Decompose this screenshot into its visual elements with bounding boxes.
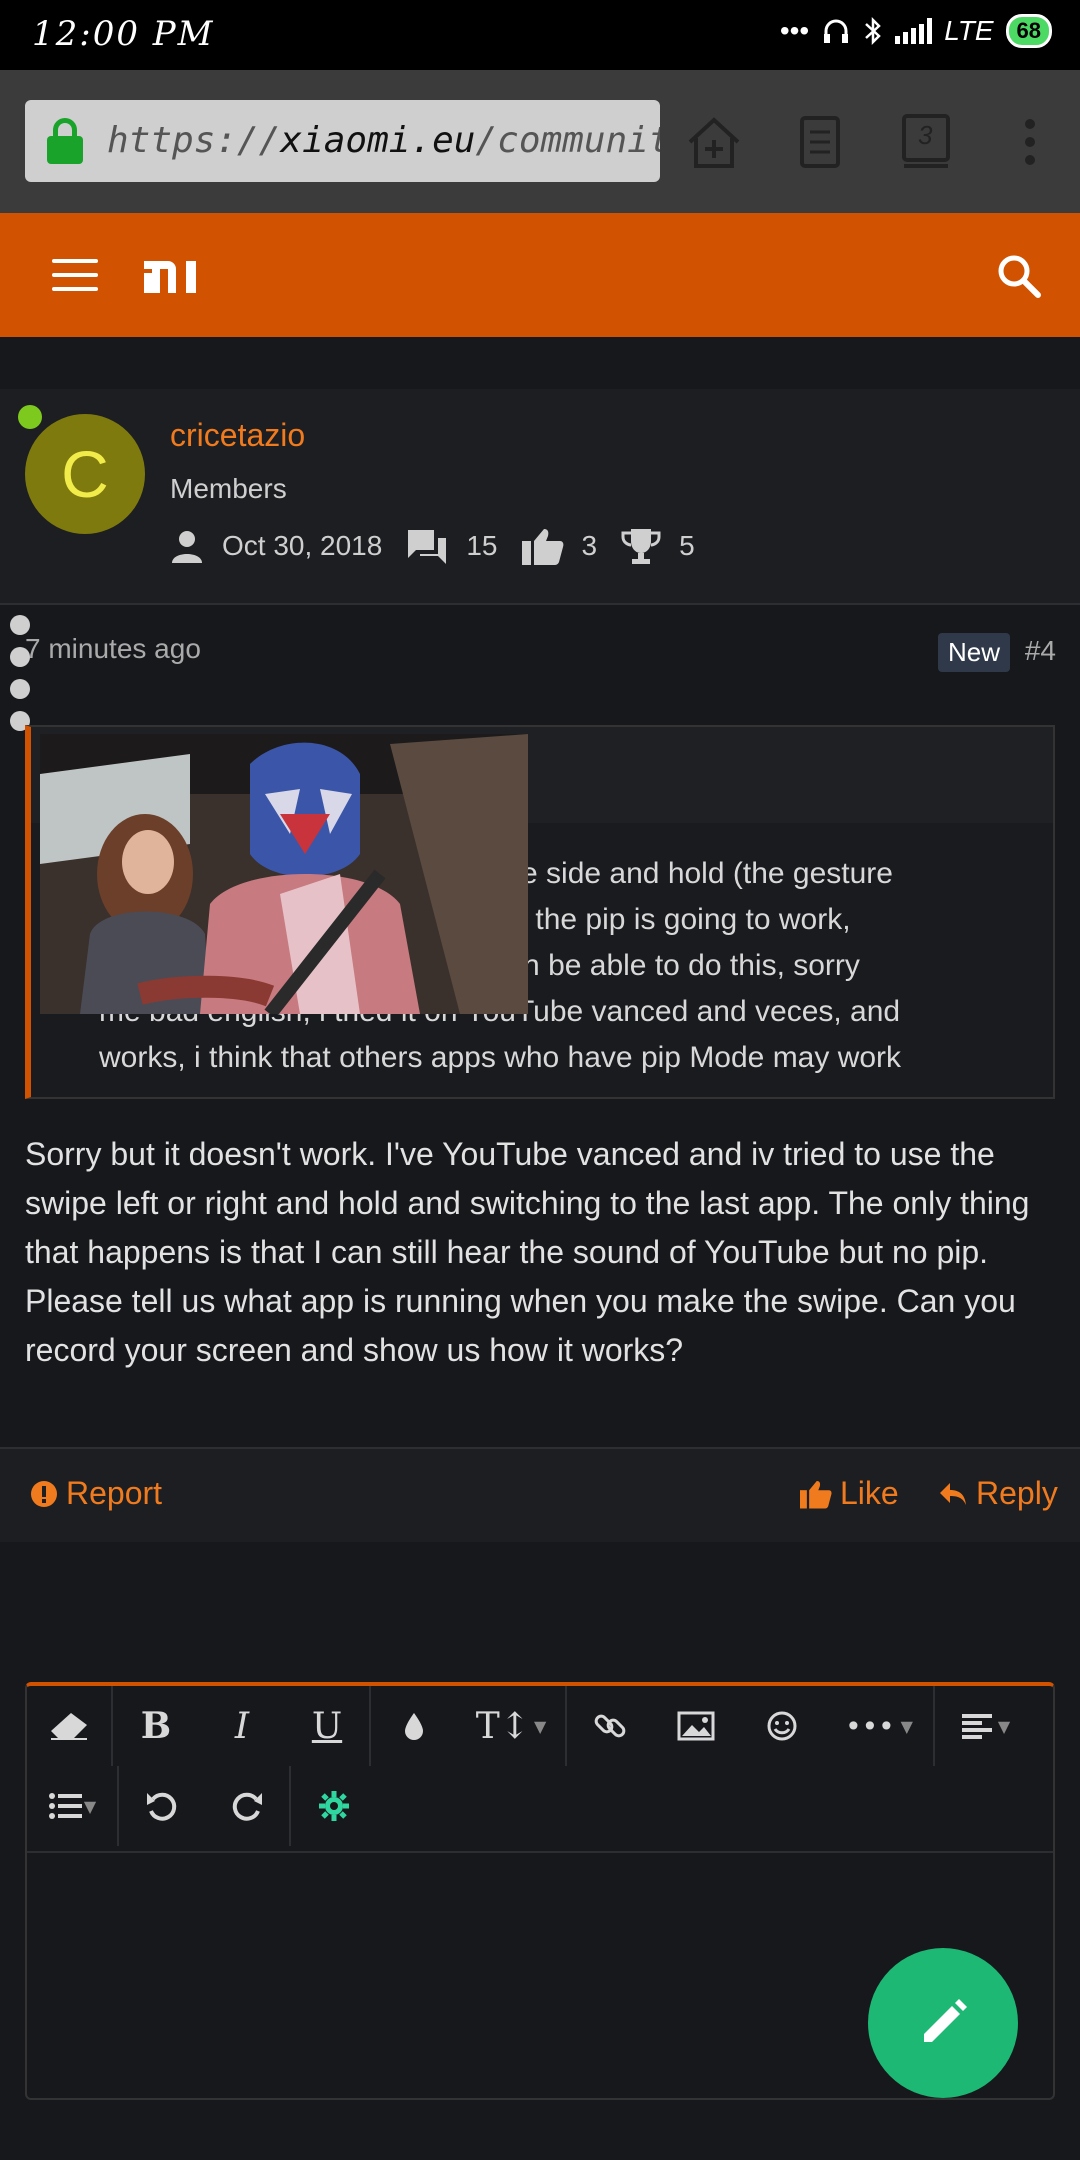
author-stats: Oct 30, 2018 15 3 5	[170, 527, 719, 565]
redo-icon	[232, 1792, 262, 1821]
browser-toolbar: https://xiaomi.eu/community/th 3	[0, 70, 1080, 213]
like-label: Like	[840, 1475, 899, 1511]
like-button[interactable]: Like	[800, 1475, 899, 1512]
eraser-icon	[51, 1713, 87, 1740]
network-type: LTE	[944, 15, 994, 46]
align-button[interactable]: ▼	[935, 1686, 1035, 1766]
likes-count: 3	[581, 530, 598, 561]
insert-smilie-button[interactable]	[739, 1686, 825, 1766]
italic-icon: I	[234, 1705, 250, 1747]
chevron-down-icon: ▼	[533, 1716, 547, 1736]
author-name[interactable]: cricetazio	[170, 417, 305, 454]
pip-control-dots[interactable]	[10, 615, 30, 743]
font-size-button[interactable]: T↕ ▼	[457, 1686, 567, 1766]
points-count: 5	[679, 530, 695, 561]
reply-label: Reply	[976, 1475, 1058, 1511]
bold-icon: B	[140, 1705, 172, 1747]
address-bar[interactable]: https://xiaomi.eu/community/th	[25, 100, 660, 182]
post-number[interactable]: #4	[1025, 635, 1056, 667]
chevron-down-icon: ▼	[83, 1796, 97, 1816]
pip-video-window[interactable]	[40, 734, 528, 1014]
reader-mode-icon[interactable]	[790, 112, 850, 172]
status-bar: 12:00 PM ••• LTE 68	[0, 0, 1080, 70]
post-actions-bar: Report Like Reply	[0, 1447, 1080, 1542]
report-label: Report	[66, 1475, 163, 1511]
quote-line: works, i think that others apps who have…	[99, 1041, 902, 1074]
list-icon	[48, 1793, 82, 1819]
insert-image-button[interactable]	[653, 1686, 739, 1766]
status-time: 12:00 PM	[32, 14, 215, 54]
editor-toolbar-row: B I U T↕ ▼ ••• ▼ ▼	[27, 1686, 1053, 1766]
post-body: Sorry but it doesn't work. I've YouTube …	[25, 1136, 1030, 1368]
pencil-icon	[924, 1999, 967, 2042]
image-icon	[677, 1711, 715, 1741]
bold-button[interactable]: B	[113, 1686, 199, 1766]
user-icon	[172, 531, 202, 563]
gear-icon	[319, 1791, 349, 1821]
clear-formatting-button[interactable]	[27, 1686, 113, 1766]
search-icon[interactable]	[996, 253, 1042, 299]
underline-icon: U	[311, 1705, 343, 1747]
browser-menu-icon[interactable]	[1000, 112, 1060, 172]
thumbs-up-icon	[521, 529, 563, 565]
undo-icon	[147, 1792, 177, 1821]
italic-button[interactable]: I	[199, 1686, 285, 1766]
compose-button[interactable]	[868, 1948, 1018, 2098]
bluetooth-icon	[865, 16, 882, 46]
new-badge: New	[937, 633, 1010, 672]
list-button[interactable]: ▼	[27, 1766, 119, 1846]
online-status-dot	[18, 405, 42, 429]
insert-link-button[interactable]	[567, 1686, 653, 1766]
chevron-down-icon: ▼	[900, 1716, 913, 1736]
report-button[interactable]: Report	[30, 1475, 162, 1512]
video-frame	[40, 734, 528, 1014]
undo-button[interactable]	[119, 1766, 205, 1846]
url-text[interactable]: https://xiaomi.eu/community/th	[107, 120, 660, 161]
post-timestamp[interactable]: 7 minutes ago	[25, 633, 201, 665]
hamburger-menu-icon[interactable]	[52, 259, 98, 291]
align-left-icon	[961, 1714, 992, 1739]
status-icons: ••• LTE 68	[780, 14, 1052, 48]
battery-indicator: 68	[1005, 14, 1052, 48]
headset-icon	[824, 19, 849, 43]
more-notifications-icon: •••	[779, 15, 810, 46]
post-author-card: C cricetazio Members Oct 30, 2018 15 3 5	[0, 389, 1080, 605]
joined-date: Oct 30, 2018	[222, 530, 383, 561]
warning-icon	[31, 1480, 57, 1507]
reply-icon	[940, 1482, 966, 1505]
more-options-button[interactable]: ••• ▼	[825, 1686, 935, 1766]
font-size-icon: T↕	[475, 1705, 530, 1747]
author-group: Members	[170, 473, 287, 504]
color-drop-icon	[405, 1713, 423, 1740]
avatar[interactable]: C	[25, 414, 145, 534]
chevron-down-icon: ▼	[997, 1716, 1011, 1736]
trophy-icon	[621, 529, 661, 564]
signal-icon	[895, 18, 933, 44]
text-color-button[interactable]	[371, 1686, 457, 1766]
home-icon[interactable]	[684, 112, 744, 172]
thumbs-up-icon	[800, 1480, 832, 1508]
mi-logo[interactable]	[140, 257, 206, 297]
messages-icon	[408, 530, 447, 564]
more-icon: •••	[845, 1709, 895, 1743]
smile-icon	[767, 1711, 797, 1741]
editor-toolbar-row: ▼	[27, 1766, 1053, 1846]
post-message: 7 minutes ago New #4 n the side and hold…	[0, 607, 1080, 1542]
redo-button[interactable]	[205, 1766, 291, 1846]
site-header	[0, 213, 1080, 337]
editor-settings-button[interactable]	[291, 1766, 377, 1846]
lock-icon	[45, 118, 85, 164]
message-count: 15	[466, 530, 498, 561]
underline-button[interactable]: U	[285, 1686, 371, 1766]
tab-count: 3	[918, 120, 933, 150]
reply-button[interactable]: Reply	[938, 1475, 1058, 1512]
link-icon	[594, 1714, 626, 1738]
tabs-button[interactable]: 3	[896, 112, 956, 172]
